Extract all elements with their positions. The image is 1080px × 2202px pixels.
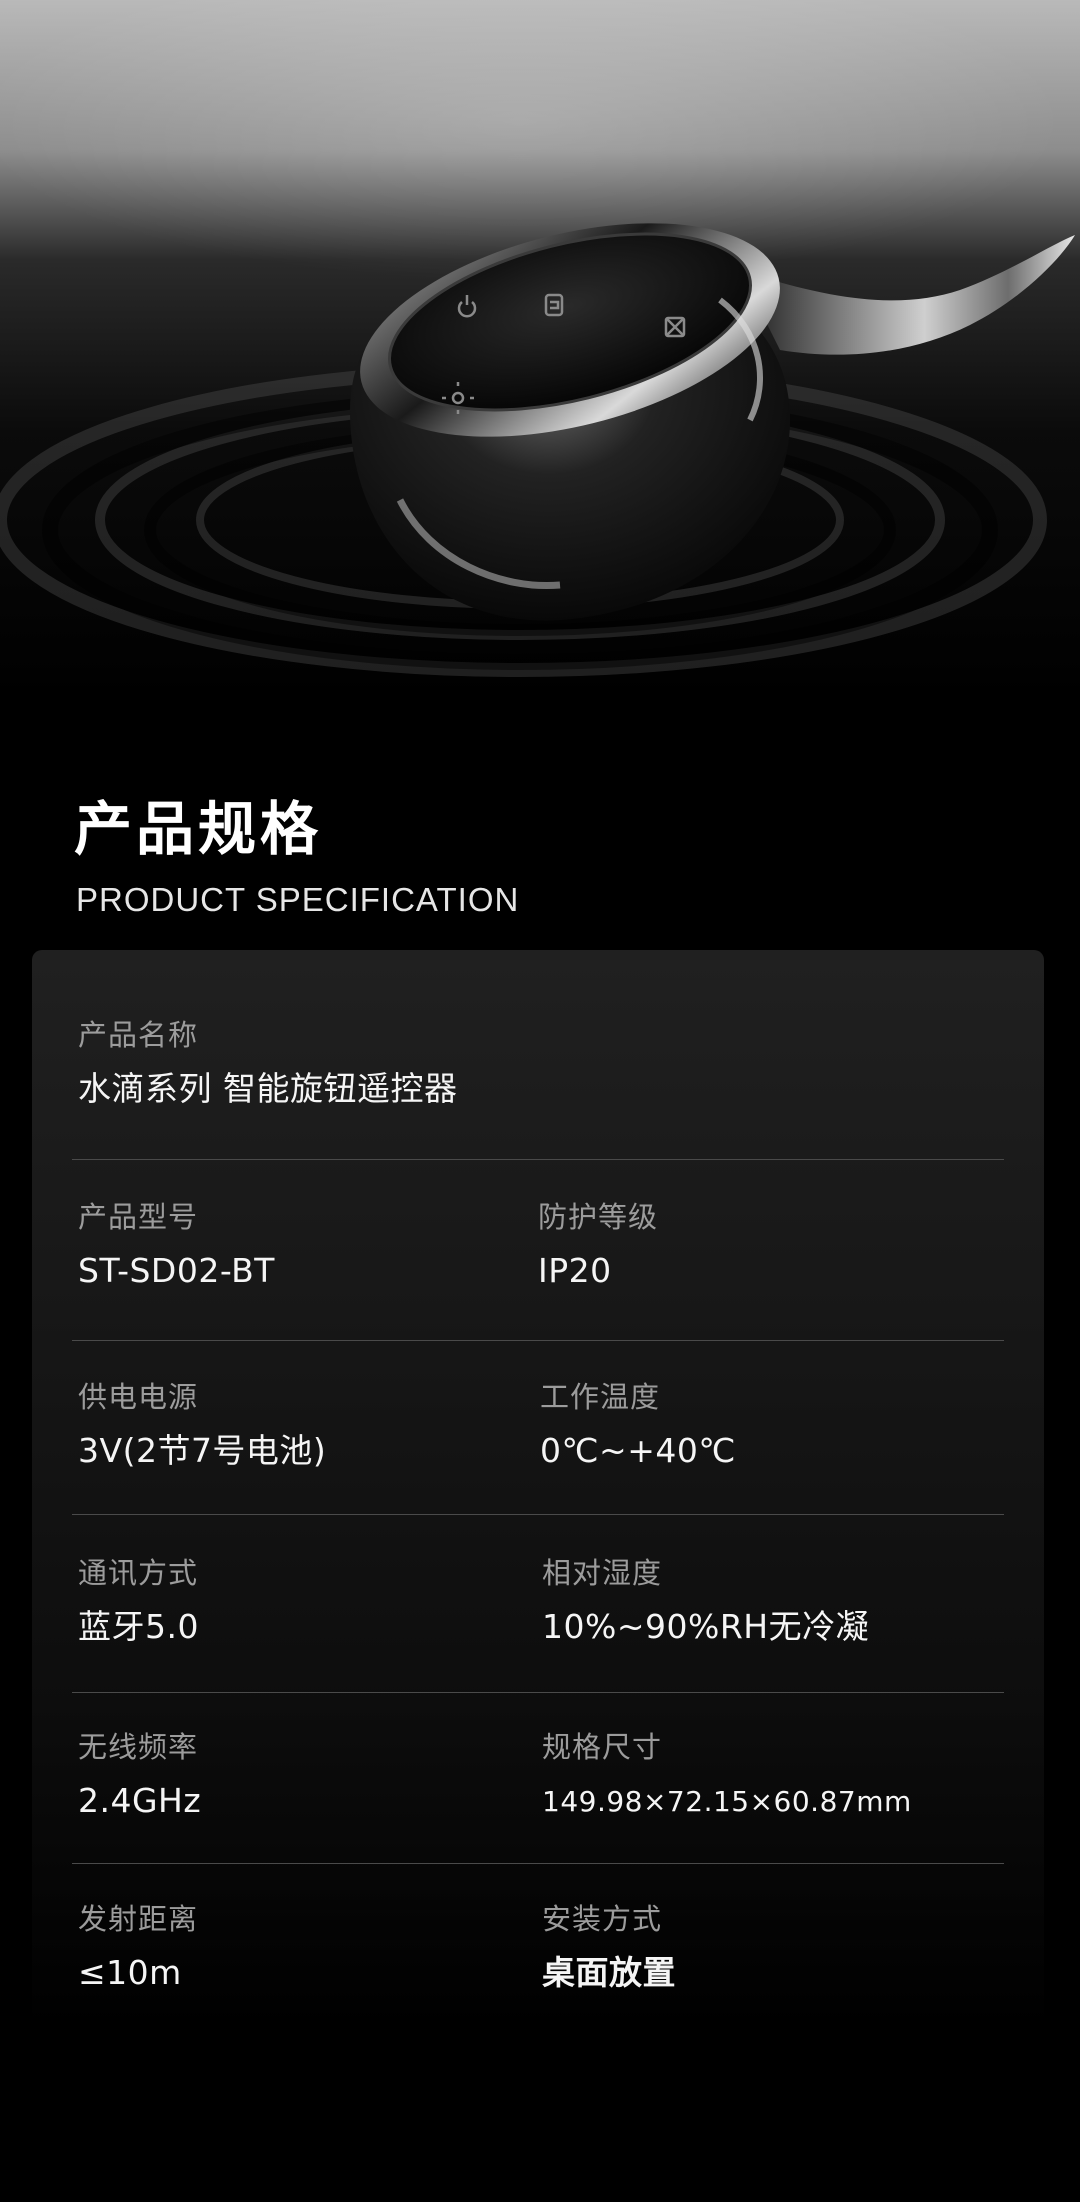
spec-label: 供电电源 [78,1380,199,1414]
spec-label: 规格尺寸 [542,1730,663,1764]
spec-item-dimensions: 规格尺寸 149.98×72.15×60.87mm [542,1730,912,1818]
spec-item-communication: 通讯方式 蓝牙5.0 [78,1556,199,1646]
section-title: 产品规格 [74,795,323,863]
spec-value: 水滴系列 智能旋钮遥控器 [78,1068,458,1108]
spec-item-protection: 防护等级 IP20 [538,1200,658,1290]
product-photo [0,223,1075,677]
divider [72,1863,1004,1864]
spec-value: 149.98×72.15×60.87mm [542,1784,912,1818]
spec-value: 桌面放置 [542,1952,676,1992]
divider [72,1340,1004,1341]
section-subtitle: PRODUCT SPECIFICATION [76,881,520,918]
divider [72,1159,1004,1160]
spec-label: 无线频率 [78,1730,199,1764]
spec-value: 0℃~+40℃ [540,1430,736,1470]
spec-item-model: 产品型号 ST-SD02-BT [78,1200,275,1290]
spec-label: 相对湿度 [542,1556,663,1590]
spec-label: 发射距离 [78,1902,199,1936]
spec-panel: 产品名称 水滴系列 智能旋钮遥控器 产品型号 ST-SD02-BT 防护等级 I… [32,950,1044,2030]
divider [72,1514,1004,1515]
divider [72,1692,1004,1693]
spec-value: ST-SD02-BT [78,1250,275,1290]
spec-item-frequency: 无线频率 2.4GHz [78,1730,201,1820]
spec-value: 10%~90%RH无冷凝 [542,1606,870,1646]
spec-value: ≤10m [78,1952,182,1992]
spec-item-power: 供电电源 3V(2节7号电池) [78,1380,326,1470]
spec-item-humidity: 相对湿度 10%~90%RH无冷凝 [542,1556,869,1646]
spec-item-range: 发射距离 ≤10m [78,1902,198,1992]
spec-item-installation: 安装方式 桌面放置 [542,1902,676,1992]
spec-item-temperature: 工作温度 0℃~+40℃ [540,1380,736,1470]
hero-image [0,0,1080,720]
spec-value: 蓝牙5.0 [78,1606,199,1646]
spec-label: 安装方式 [542,1902,663,1936]
spec-value: 2.4GHz [78,1780,202,1820]
spec-label: 产品名称 [78,1018,199,1052]
spec-label: 工作温度 [540,1380,661,1414]
spec-item-name: 产品名称 水滴系列 智能旋钮遥控器 [78,1018,458,1108]
spec-value: 3V(2节7号电池) [78,1430,327,1470]
spec-value: IP20 [538,1250,612,1290]
spec-label: 防护等级 [538,1200,659,1234]
spec-label: 产品型号 [78,1200,199,1234]
spec-label: 通讯方式 [78,1556,199,1590]
